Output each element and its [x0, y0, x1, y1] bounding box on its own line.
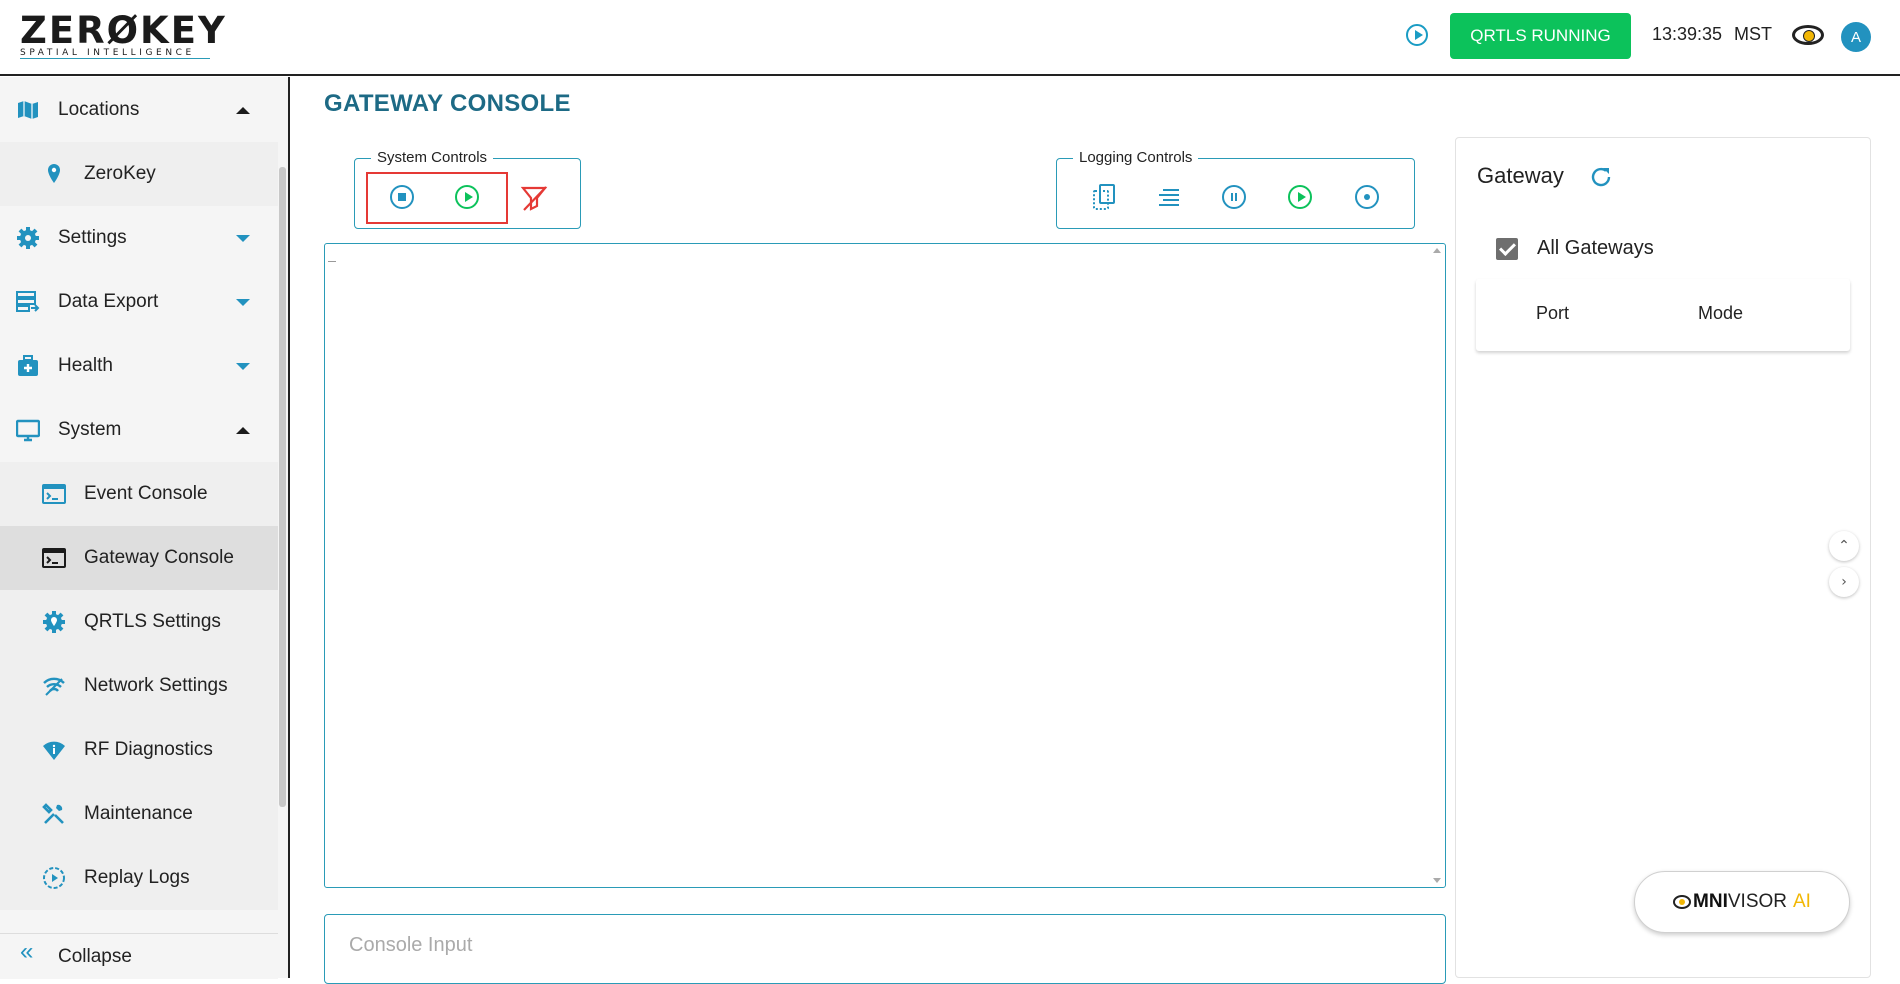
sidebar-item-label: ZeroKey: [84, 163, 156, 184]
gateway-title: Gateway: [1477, 163, 1564, 188]
sidebar-item-gateway-console[interactable]: Gateway Console: [0, 526, 278, 590]
start-system-button[interactable]: [455, 185, 479, 209]
rf-diagnostics-icon: [43, 741, 65, 760]
scroll-up-arrow[interactable]: [1433, 248, 1441, 253]
chevron-down-icon: [236, 298, 250, 306]
omnivisor-eye-icon[interactable]: [1792, 25, 1824, 45]
column-header-port[interactable]: Port: [1536, 303, 1569, 324]
location-pin-icon: [48, 164, 60, 183]
sidebar-item-label: Data Export: [58, 291, 159, 312]
map-icon: [18, 101, 38, 119]
top-header: ZERØKEY SPATIAL INTELLIGENCE QRTLS RUNNI…: [0, 0, 1900, 76]
console-output[interactable]: [324, 243, 1446, 888]
network-icon: [43, 677, 65, 696]
sidebar-item-rf-diagnostics[interactable]: RF Diagnostics: [0, 718, 278, 782]
qrtls-settings-icon: [43, 611, 65, 633]
console-input-container: [324, 914, 1446, 984]
column-header-mode[interactable]: Mode: [1698, 303, 1743, 324]
sidebar-item-zerokey[interactable]: ZeroKey: [0, 142, 278, 206]
terminal-icon: [42, 548, 66, 568]
sidebar-item-label: Event Console: [84, 483, 208, 504]
tools-icon: [42, 803, 64, 824]
sidebar-item-health[interactable]: Health: [0, 334, 278, 398]
omnivisor-ai-button[interactable]: MNI VISOR AI: [1634, 871, 1850, 933]
sidebar-item-data-export[interactable]: Data Export: [0, 270, 278, 334]
collapse-label: Collapse: [58, 945, 132, 967]
console-input[interactable]: [347, 929, 1411, 961]
sidebar-item-system[interactable]: System: [0, 398, 278, 462]
scroll-down-arrow[interactable]: [1433, 878, 1441, 883]
avatar[interactable]: A: [1841, 22, 1871, 52]
pause-logging-button[interactable]: [1222, 185, 1246, 209]
sidebar-item-qrtls-settings[interactable]: QRTLS Settings: [0, 590, 278, 654]
gateway-table: Port Mode: [1476, 279, 1850, 351]
sidebar-item-label: Replay Logs: [84, 867, 190, 888]
timezone: MST: [1734, 24, 1772, 44]
console-icon: [42, 484, 66, 504]
zerokey-logo[interactable]: ZERØKEY SPATIAL INTELLIGENCE: [20, 9, 227, 59]
all-gateways-checkbox[interactable]: [1496, 238, 1518, 260]
copy-icon[interactable]: [1092, 184, 1116, 210]
sidebar-item-label: Locations: [58, 99, 140, 120]
omnivisor-eye-icon: [1673, 895, 1692, 909]
record-logging-button[interactable]: [1355, 185, 1379, 209]
wrap-lines-icon[interactable]: [1157, 188, 1181, 206]
gateway-panel: Gateway All Gateways Port Mode: [1455, 137, 1871, 978]
sidebar-item-label: Settings: [58, 227, 127, 248]
sidebar-scrollbar[interactable]: [279, 167, 286, 807]
gear-icon: [17, 227, 39, 249]
system-controls-label: System Controls: [371, 149, 494, 166]
chevron-up-icon: [236, 106, 250, 114]
logo-underline: [20, 58, 210, 59]
replay-icon: [43, 867, 65, 889]
sidebar-item-settings[interactable]: Settings: [0, 206, 278, 270]
chevron-right-icon[interactable]: ›: [1829, 567, 1859, 597]
chevron-down-icon: [236, 362, 250, 370]
sidebar-item-replay-logs[interactable]: Replay Logs: [0, 846, 278, 910]
logging-controls-label: Logging Controls: [1073, 149, 1199, 166]
collapse-button[interactable]: « Collapse: [0, 933, 278, 979]
sidebar-item-network-settings[interactable]: Network Settings: [0, 654, 278, 718]
monitor-icon: [16, 419, 40, 442]
chevron-up-icon: [236, 426, 250, 434]
play-icon[interactable]: [1406, 24, 1428, 46]
sidebar-item-maintenance[interactable]: Maintenance: [0, 782, 278, 846]
refresh-icon[interactable]: [1589, 165, 1613, 189]
sidebar-item-label: Maintenance: [84, 803, 193, 824]
highlight-box: [366, 172, 508, 224]
sidebar-item-label: System: [58, 419, 122, 440]
medical-kit-icon: [18, 355, 38, 376]
omnivisor-label-bold: MNI: [1693, 891, 1728, 912]
omnivisor-label: VISOR: [1727, 891, 1787, 912]
clock-time: 13:39:35: [1652, 24, 1723, 44]
sidebar-item-label: Network Settings: [84, 675, 228, 696]
clear-filter-icon[interactable]: [520, 184, 548, 212]
sidebar-item-locations[interactable]: Locations: [0, 78, 278, 142]
console-cursor: [328, 261, 336, 262]
sidebar-item-label: Health: [58, 355, 113, 376]
logo-wordmark: ZERØKEY: [20, 9, 227, 52]
page-title: GATEWAY CONSOLE: [324, 90, 571, 117]
sidebar: Locations ZeroKey Settings Data Export H…: [0, 77, 290, 978]
sidebar-item-label: Gateway Console: [84, 547, 234, 568]
all-gateways-label: All Gateways: [1537, 237, 1654, 259]
sidebar-item-label: QRTLS Settings: [84, 611, 221, 632]
sidebar-item-event-console[interactable]: Event Console: [0, 462, 278, 526]
stop-system-button[interactable]: [390, 185, 414, 209]
resume-logging-button[interactable]: [1288, 185, 1312, 209]
chevron-down-icon: [236, 234, 250, 242]
omnivisor-ai-label: AI: [1793, 891, 1811, 912]
sidebar-item-label: RF Diagnostics: [84, 739, 213, 760]
data-export-icon: [16, 291, 40, 312]
expand-vertical-icon[interactable]: ⌃: [1829, 531, 1859, 561]
qrtls-status-button[interactable]: QRTLS RUNNING: [1450, 13, 1631, 59]
double-chevron-left-icon: «: [20, 938, 34, 965]
